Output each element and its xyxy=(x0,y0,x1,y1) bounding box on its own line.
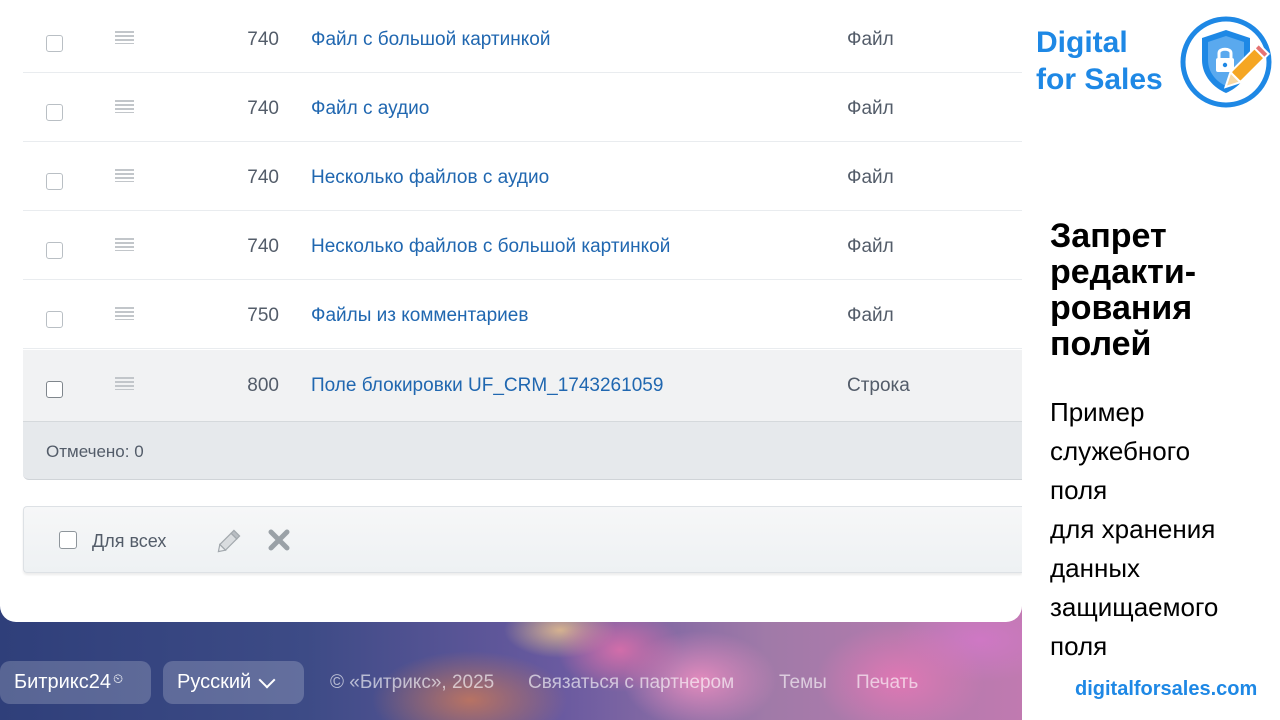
row-checkbox[interactable] xyxy=(46,104,63,121)
promo-url[interactable]: digitalforsales.com xyxy=(1075,678,1257,701)
drag-handle-icon[interactable] xyxy=(115,31,134,44)
row-checkbox[interactable] xyxy=(46,173,63,190)
close-icon[interactable] xyxy=(266,527,292,553)
promo-title: Запрет редакти- рования полей xyxy=(1050,217,1197,363)
bitrix24-button[interactable]: Битрикс24 ⏲ xyxy=(0,661,151,704)
table-row[interactable]: 740 Файл с большой картинкой Файл xyxy=(23,4,1022,73)
for-all-label[interactable]: Для всех xyxy=(92,531,166,552)
sort-cell: 750 xyxy=(247,305,279,326)
field-name-link[interactable]: Несколько файлов с аудио xyxy=(311,167,549,189)
table-row-selected[interactable]: 800 Поле блокировки UF_CRM_1743261059 Ст… xyxy=(23,350,1022,422)
drag-handle-icon[interactable] xyxy=(115,307,134,320)
sort-cell: 740 xyxy=(247,167,279,188)
drag-handle-icon[interactable] xyxy=(115,100,134,113)
fields-grid-panel: 740 Файл с большой картинкой Файл 740 Фа… xyxy=(0,0,1022,622)
table-row[interactable]: 740 Несколько файлов с большой картинкой… xyxy=(23,211,1022,280)
table-row[interactable]: 750 Файлы из комментариев Файл xyxy=(23,280,1022,349)
group-action-panel: Для всех xyxy=(23,506,1022,573)
sort-cell: 800 xyxy=(247,375,279,396)
drag-handle-icon[interactable] xyxy=(115,238,134,251)
pencil-icon[interactable] xyxy=(214,527,244,555)
field-type-cell: Строка xyxy=(847,375,910,396)
drag-handle-icon[interactable] xyxy=(115,377,134,390)
sort-cell: 740 xyxy=(247,98,279,119)
checked-counter: Отмечено: 0 xyxy=(46,442,144,461)
copyright-text: © «Битрикс», 2025 xyxy=(330,672,495,693)
field-type-cell: Файл xyxy=(847,305,894,326)
row-checkbox[interactable] xyxy=(46,381,63,398)
row-checkbox[interactable] xyxy=(46,311,63,328)
bitrix24-label: Битрикс24 xyxy=(14,671,111,693)
shield-lock-pencil-icon xyxy=(1180,16,1272,108)
table-row[interactable]: 740 Несколько файлов с аудио Файл xyxy=(23,142,1022,211)
language-label: Русский xyxy=(177,671,252,693)
promo-description: Пример служебного поля для хранения данн… xyxy=(1050,397,1219,661)
drag-handle-icon[interactable] xyxy=(115,169,134,182)
table-row[interactable]: 740 Файл с аудио Файл xyxy=(23,73,1022,142)
grid-footer: Отмечено: 0 xyxy=(23,422,1022,480)
promo-panel: Digital for Sales Запрет редакти- ровани… xyxy=(1022,0,1280,720)
field-type-cell: Файл xyxy=(847,167,894,188)
partner-link[interactable]: Связаться с партнером xyxy=(528,672,734,694)
field-name-link[interactable]: Поле блокировки UF_CRM_1743261059 xyxy=(311,375,663,397)
sort-cell: 740 xyxy=(247,29,279,50)
field-type-cell: Файл xyxy=(847,236,894,257)
row-checkbox[interactable] xyxy=(46,242,63,259)
field-name-link[interactable]: Несколько файлов с большой картинкой xyxy=(311,236,670,258)
themes-link[interactable]: Темы xyxy=(779,672,827,694)
field-type-cell: Файл xyxy=(847,29,894,50)
clock-icon: ⏲ xyxy=(112,670,124,686)
language-selector[interactable]: Русский xyxy=(163,661,304,704)
bitrix-app-screenshot: 740 Файл с большой картинкой Файл 740 Фа… xyxy=(0,0,1022,720)
field-name-link[interactable]: Файл с большой картинкой xyxy=(311,29,550,51)
print-link[interactable]: Печать xyxy=(856,672,918,694)
field-name-link[interactable]: Файл с аудио xyxy=(311,98,429,120)
chevron-down-icon xyxy=(258,671,276,688)
brand-name: Digital for Sales xyxy=(1036,26,1163,96)
row-checkbox[interactable] xyxy=(46,35,63,52)
field-name-link[interactable]: Файлы из комментариев xyxy=(311,305,528,327)
for-all-checkbox[interactable] xyxy=(59,531,77,549)
field-type-cell: Файл xyxy=(847,98,894,119)
sort-cell: 740 xyxy=(247,236,279,257)
